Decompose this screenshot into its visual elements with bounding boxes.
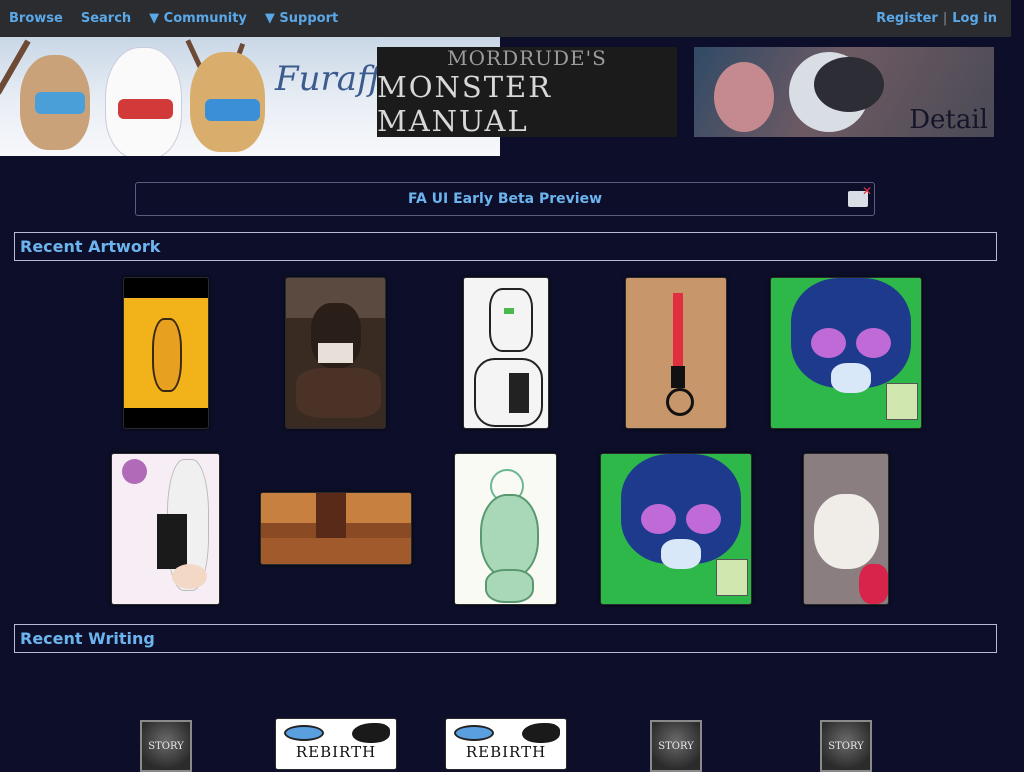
writing-cover-title: REBIRTH <box>465 743 547 761</box>
nav-community-dropdown[interactable]: ▼ Community <box>149 11 247 26</box>
ad-banner-subtitle: MORDRUDE'S <box>447 46 607 70</box>
beta-notice-text: FA UI Early Beta Preview <box>407 191 603 207</box>
artwork-thumbnail[interactable] <box>463 277 549 429</box>
artwork-thumbnail[interactable] <box>111 453 220 605</box>
register-link[interactable]: Register <box>876 11 938 26</box>
ad-banner-monster-manual[interactable]: MORDRUDE'S MONSTER MANUAL <box>377 46 677 138</box>
writing-thumbnail[interactable]: REBIRTH <box>445 718 567 770</box>
artwork-thumbnail[interactable] <box>123 277 209 429</box>
recent-artwork-header: Recent Artwork <box>14 232 997 261</box>
eye-icon <box>284 725 324 741</box>
nav-support-dropdown[interactable]: ▼ Support <box>265 11 338 26</box>
artwork-thumbnail[interactable] <box>625 277 727 429</box>
nav-separator: | <box>942 11 948 26</box>
artwork-thumbnail[interactable] <box>260 492 412 565</box>
ad-banner-detail[interactable]: Detail <box>694 47 994 137</box>
scarf <box>35 92 85 114</box>
bird-head-icon <box>352 723 390 743</box>
writing-thumbnail[interactable]: STORY <box>650 720 702 772</box>
scarf <box>205 99 260 121</box>
recent-writing-header: Recent Writing <box>14 624 997 653</box>
artwork-thumbnail[interactable] <box>285 277 386 429</box>
beta-notice-box: FA UI Early Beta Preview <box>135 182 875 216</box>
writing-thumbnail[interactable]: STORY <box>140 720 192 772</box>
nav-left-group: Browse Search ▼ Community ▼ Support <box>0 11 338 26</box>
hand-illustration <box>714 62 774 132</box>
writing-thumbnail[interactable]: STORY <box>820 720 872 772</box>
login-link[interactable]: Log in <box>952 11 997 26</box>
nav-search-link[interactable]: Search <box>81 11 131 26</box>
nav-right-group: Register | Log in <box>876 11 1011 26</box>
ad-banner-title: MONSTER MANUAL <box>377 70 553 138</box>
story-label: STORY <box>148 740 184 752</box>
story-label: STORY <box>828 740 864 752</box>
eye-icon <box>454 725 494 741</box>
scarf <box>118 99 173 119</box>
writing-thumbnail[interactable]: REBIRTH <box>275 718 397 770</box>
scrollbar[interactable] <box>1011 0 1024 768</box>
writing-cover-title: REBIRTH <box>295 743 377 761</box>
artwork-thumbnail[interactable] <box>770 277 922 429</box>
ad-banner-label: Detail <box>909 105 988 135</box>
top-navigation-bar: Browse Search ▼ Community ▼ Support Regi… <box>0 0 1011 37</box>
face-illustration <box>814 57 884 112</box>
section-title: Recent Writing <box>20 629 155 648</box>
bird-head-icon <box>522 723 560 743</box>
artwork-thumbnail[interactable] <box>803 453 889 605</box>
dismiss-notice-icon[interactable] <box>848 184 872 207</box>
story-label: STORY <box>658 740 694 752</box>
artwork-thumbnail[interactable] <box>600 453 752 605</box>
section-title: Recent Artwork <box>20 237 161 256</box>
nav-browse-link[interactable]: Browse <box>9 11 63 26</box>
artwork-thumbnail[interactable] <box>454 453 557 605</box>
